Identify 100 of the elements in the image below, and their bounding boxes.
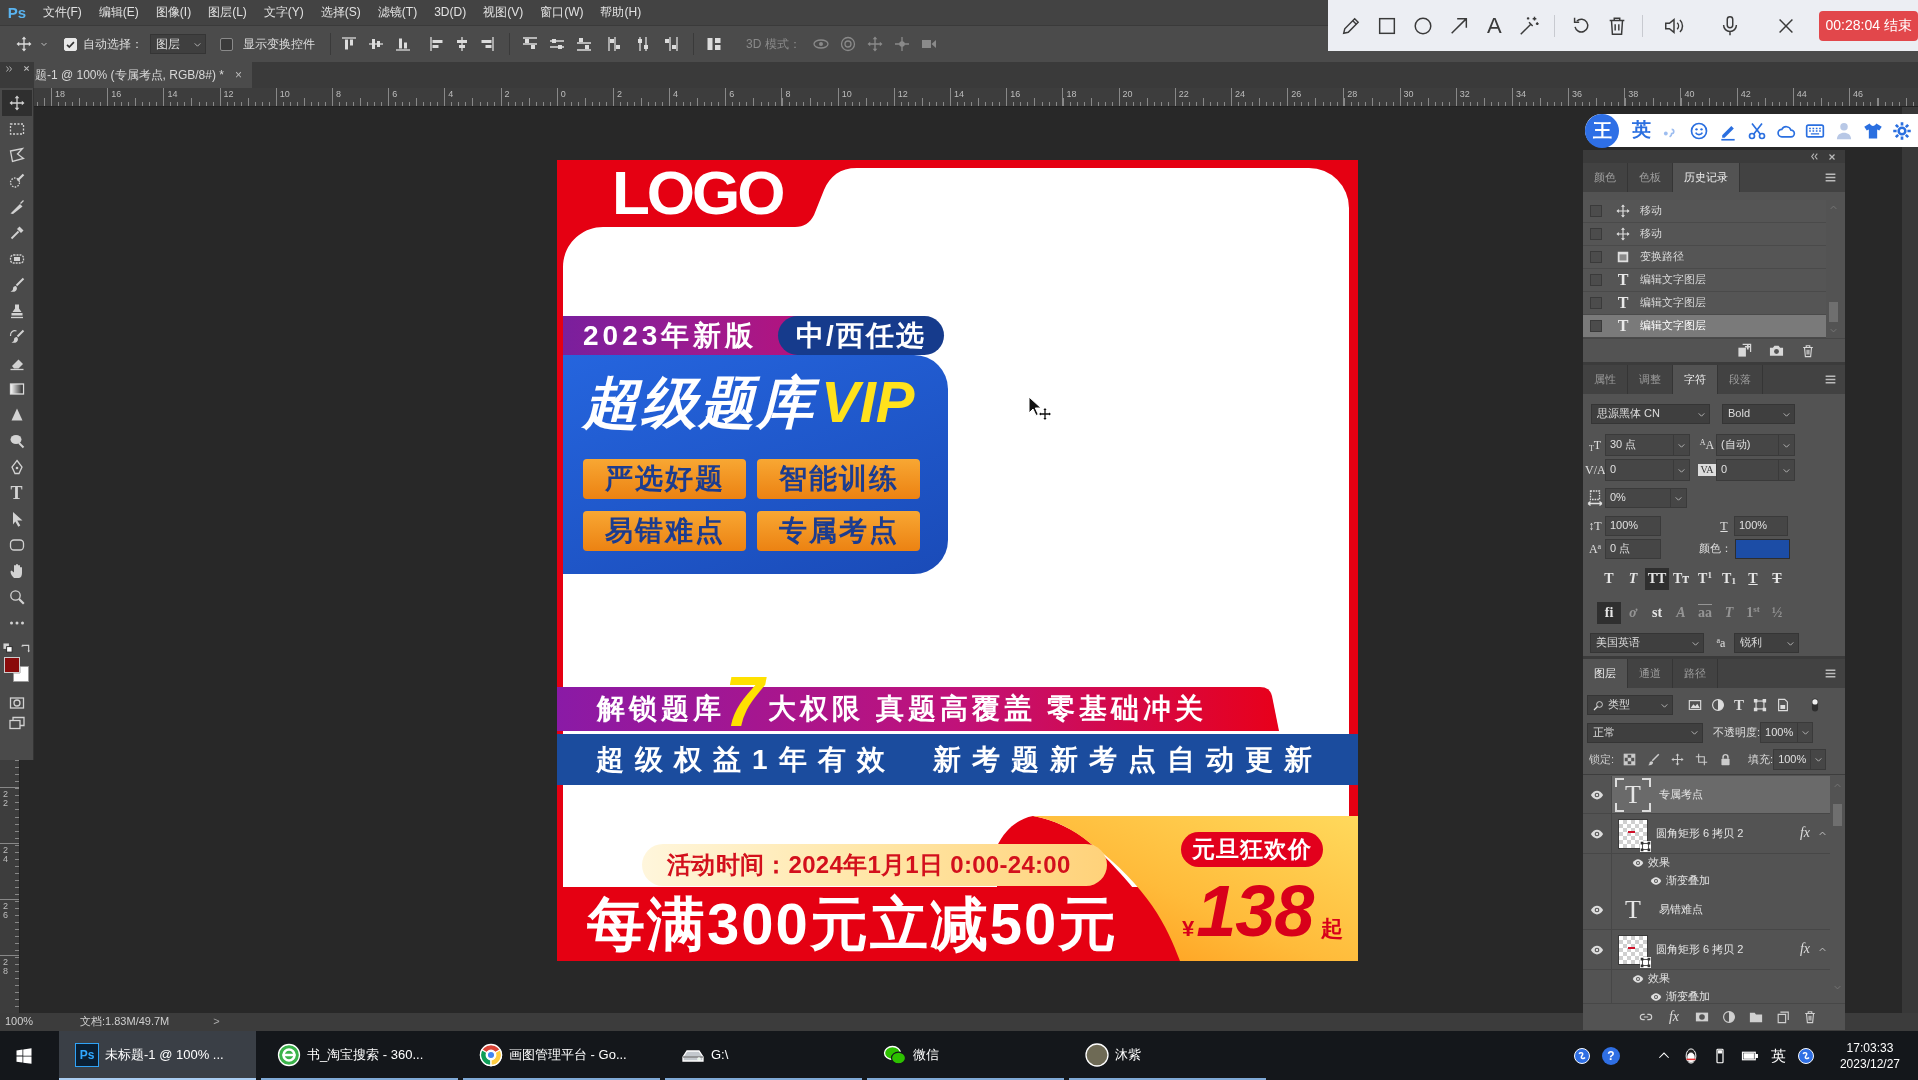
expand-arrow[interactable]: > (213, 1015, 220, 1029)
layer-filter-dropdown[interactable]: 类型 (1587, 695, 1673, 715)
settings-icon[interactable] (1892, 120, 1912, 141)
layer-style-button[interactable]: fx (1666, 1008, 1682, 1026)
menu-icon[interactable] (1824, 373, 1837, 386)
double-chevron-icon[interactable] (5, 65, 13, 73)
font-family-dropdown[interactable]: 思源黑体 CN (1591, 404, 1710, 424)
font-size-field[interactable]: 30 点 (1605, 434, 1690, 456)
rectangle-hole-icon[interactable] (1695, 1010, 1709, 1024)
snapshot-checkbox[interactable] (1590, 251, 1602, 263)
snapshot-checkbox[interactable] (1590, 320, 1602, 332)
checkbox[interactable] (220, 37, 233, 51)
type-tool[interactable]: T (1, 480, 32, 506)
menu-icon[interactable] (1824, 171, 1837, 184)
input-mode-toggle[interactable]: 英 (1632, 119, 1651, 142)
scissors-icon[interactable] (1747, 120, 1767, 141)
smiley-icon[interactable] (1689, 120, 1709, 141)
new-document-icon[interactable] (1737, 343, 1752, 358)
text-style-button[interactable]: T$^{1}$ (1693, 568, 1717, 590)
concentric-circles-icon[interactable] (839, 36, 856, 52)
stacked-squares-icon[interactable] (1776, 1010, 1790, 1024)
auto-align-icon[interactable] (706, 36, 722, 52)
snapshot-checkbox[interactable] (1590, 205, 1602, 217)
input-method-icon[interactable] (1572, 1046, 1591, 1065)
input-mode-indicator[interactable]: 英 (1770, 1046, 1786, 1065)
taskbar-item[interactable]: 沐紫 (1069, 1031, 1266, 1080)
language-dropdown[interactable]: 美国英语 (1590, 633, 1704, 653)
panel-tab[interactable]: 图层 (1583, 659, 1628, 688)
blend-mode-dropdown[interactable]: 正常 (1587, 722, 1703, 743)
opentype-button[interactable]: st (1645, 602, 1669, 624)
layer-dropdown[interactable]: 图层 (150, 34, 206, 54)
text-style-button[interactable]: Tт (1669, 568, 1693, 590)
stacked-windows-icon[interactable] (8, 715, 25, 731)
menu-icon[interactable] (1824, 667, 1837, 680)
layer-row[interactable]: 圆角矩形 6 拷贝 2 fx (1583, 814, 1830, 854)
opentype-button[interactable]: fi (1597, 602, 1621, 624)
document-icon[interactable] (1776, 698, 1790, 712)
menu-item[interactable]: 3D(D) (425, 5, 475, 20)
text-style-button[interactable]: T$_{1}$ (1717, 568, 1741, 590)
taskbar-item[interactable]: Ps 未标题-1 @ 100% ... (59, 1031, 256, 1080)
snapshot-checkbox[interactable] (1590, 297, 1602, 309)
text-style-button[interactable]: T (1765, 568, 1789, 590)
text-tool-button[interactable]: A (1484, 13, 1505, 38)
taskbar-item[interactable]: 书_淘宝搜索 - 360... (261, 1031, 458, 1080)
text-style-button[interactable]: T (1597, 568, 1621, 590)
align-bottom-icon[interactable] (395, 36, 411, 52)
menu-item[interactable]: 视图(V) (474, 5, 532, 20)
menu-item[interactable]: 图层(L) (199, 5, 256, 20)
text-style-button[interactable]: T (1741, 568, 1765, 590)
type-filter-button[interactable]: T (1734, 697, 1744, 713)
vertical-scale-field[interactable]: 100% (1605, 516, 1661, 536)
menu-item[interactable]: 帮助(H) (592, 5, 650, 20)
scrollbar-thumb[interactable] (1833, 804, 1842, 826)
menu-item[interactable]: 选择(S) (312, 5, 370, 20)
taskbar-item[interactable]: 微信 (867, 1031, 1064, 1080)
close-tab-button[interactable]: × (235, 67, 242, 83)
distribute-bottom-icon[interactable] (576, 36, 592, 52)
stop-recording-button[interactable]: 00:28:04 结束 (1819, 10, 1918, 41)
panel-tab[interactable]: 字符 (1673, 365, 1718, 394)
distribute-middle-icon[interactable] (549, 36, 565, 52)
distribute-top-icon[interactable] (522, 36, 538, 52)
zoom-field[interactable]: 100% (5, 1015, 39, 1029)
align-left-icon[interactable] (429, 36, 445, 52)
menu-item[interactable]: 文件(F) (34, 5, 91, 20)
crop-marks-icon[interactable] (1695, 753, 1709, 766)
move-arrows-icon[interactable] (16, 36, 32, 52)
document-tab[interactable]: 题-1 @ 100% (专属考点, RGB/8#) * × (34, 62, 252, 88)
circle-in-rectangle-icon[interactable] (8, 695, 25, 711)
image-icon[interactable] (1688, 698, 1702, 712)
menu-item[interactable]: 窗口(W) (531, 5, 592, 20)
menu-item[interactable]: 滤镜(T) (369, 5, 426, 20)
layer-row[interactable]: T 易错难点 (1583, 890, 1830, 930)
align-right-icon[interactable] (479, 36, 495, 52)
menu-item[interactable]: 文字(Y) (255, 5, 313, 20)
distribute-left-icon[interactable] (607, 36, 623, 52)
align-center-icon[interactable] (454, 36, 470, 52)
taskbar-item[interactable]: 画图管理平台 - Go... (463, 1031, 660, 1080)
snapshot-checkbox[interactable] (1590, 274, 1602, 286)
ellipse-dot-icon[interactable] (812, 36, 829, 52)
eye-icon[interactable] (1632, 857, 1644, 869)
half-circle-icon[interactable] (1722, 1010, 1736, 1024)
checkerboard-icon[interactable] (1623, 753, 1637, 766)
camera-icon[interactable] (1769, 343, 1784, 358)
antialias-dropdown[interactable]: 锐利 (1734, 633, 1799, 653)
clock[interactable]: 17:03:33 2023/12/27 (1839, 1039, 1900, 1072)
eye-icon[interactable] (1650, 875, 1662, 887)
history-item[interactable]: T 编辑文字图层 (1583, 315, 1826, 338)
swap-arrow-icon[interactable] (19, 642, 31, 654)
menu-item[interactable]: 图像(I) (147, 5, 200, 20)
close-icon[interactable] (1828, 152, 1836, 161)
layer-row[interactable]: 圆角矩形 6 拷贝 2 fx (1583, 930, 1830, 970)
baseline-shift-field[interactable]: 0 点 (1605, 539, 1661, 559)
leading-field[interactable]: (自动) (1716, 434, 1795, 456)
align-top-icon[interactable] (341, 36, 357, 52)
scrollbar-thumb[interactable] (1829, 302, 1838, 322)
foreground-color-swatch[interactable] (3, 657, 20, 673)
snapshot-checkbox[interactable] (1590, 228, 1602, 240)
kerning-field[interactable]: 0 (1605, 459, 1690, 481)
text-style-button[interactable]: T (1621, 568, 1645, 590)
menu-item[interactable]: 编辑(E) (90, 5, 148, 20)
